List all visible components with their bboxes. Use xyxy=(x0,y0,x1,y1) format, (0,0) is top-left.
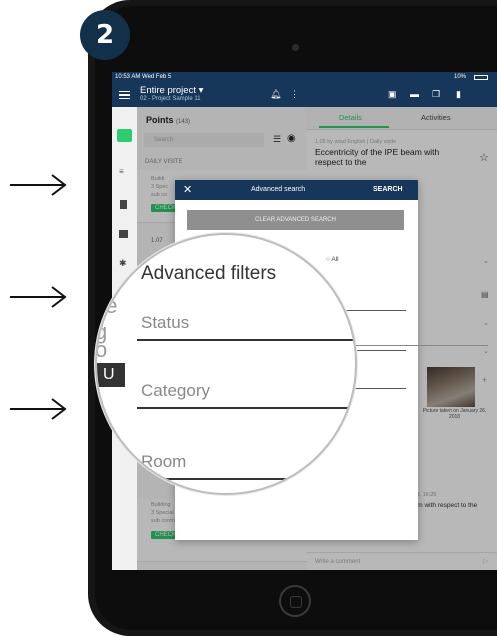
app-toolbar: Entire project ▾ 02 - Project Sample 11 … xyxy=(112,83,497,107)
room-underline xyxy=(137,478,355,480)
home-button[interactable] xyxy=(279,585,311,617)
category-field[interactable]: Category xyxy=(141,381,210,401)
archive-icon[interactable]: ▣ xyxy=(388,89,397,100)
delete-icon[interactable]: ▮ xyxy=(456,89,461,100)
project-selector[interactable]: Entire project ▾ xyxy=(140,85,203,96)
camera-icon xyxy=(292,44,299,51)
battery-icon xyxy=(474,75,488,80)
status-bar: 10:53 AM Wed Feb 5 10% xyxy=(112,72,497,83)
more-vert-icon[interactable]: ⋮ xyxy=(290,89,299,100)
status-field[interactable]: Status xyxy=(141,313,189,333)
pointer-arrow xyxy=(10,398,67,420)
step-badge: 2 xyxy=(80,10,130,60)
folder-icon[interactable]: ▬ xyxy=(410,89,419,99)
list-view-icon[interactable] xyxy=(117,129,132,142)
modal-header: ✕ Advanced search SEARCH xyxy=(175,180,418,200)
sort-icon[interactable]: ≡ xyxy=(119,167,124,176)
status-underline xyxy=(137,339,355,341)
project-subtitle: 02 - Project Sample 11 xyxy=(140,96,201,102)
advanced-filters-heading: Advanced filters xyxy=(141,263,277,284)
pointer-arrow xyxy=(10,174,67,196)
document-icon[interactable] xyxy=(120,200,127,209)
status-time: 10:53 AM Wed Feb 5 xyxy=(115,74,172,80)
radio-all[interactable]: ○ All xyxy=(326,256,339,263)
contacts-icon[interactable] xyxy=(119,230,128,238)
room-field[interactable]: Room xyxy=(141,452,186,472)
battery-level: 10% xyxy=(454,74,467,80)
clear-advanced-search-button[interactable]: CLEAR ADVANCED SEARCH xyxy=(187,210,404,230)
settings-icon[interactable]: ✱ xyxy=(119,258,127,269)
bell-icon[interactable]: 🔔︎ xyxy=(270,89,281,100)
magnifier-lens: ne g o U er Advanced filters Status Cate… xyxy=(95,233,357,495)
search-button[interactable]: SEARCH xyxy=(373,186,403,193)
close-icon[interactable]: ✕ xyxy=(183,183,192,196)
callout-line xyxy=(356,345,488,346)
copy-icon[interactable]: ❐ xyxy=(432,89,440,100)
category-underline xyxy=(137,407,355,409)
menu-icon[interactable] xyxy=(119,91,130,99)
modal-title: Advanced search xyxy=(251,186,306,193)
pointer-arrow xyxy=(10,286,67,308)
